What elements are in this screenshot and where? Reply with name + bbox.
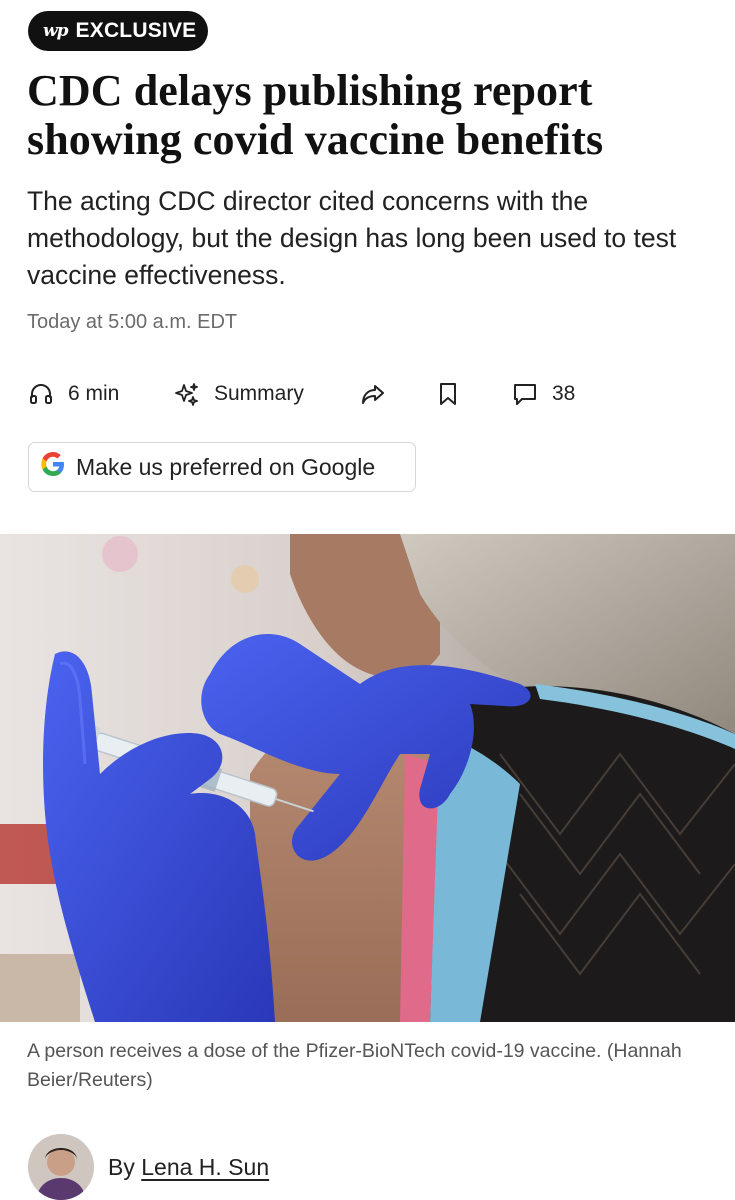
article-dek: The acting CDC director cited concerns w…: [27, 186, 677, 290]
summary-label: Summary: [214, 382, 304, 405]
headphones-icon: [28, 381, 54, 407]
share-button[interactable]: [360, 376, 386, 412]
google-button-label: Make us preferred on Google: [76, 453, 376, 480]
bookmark-icon: [436, 381, 460, 407]
summary-button[interactable]: Summary: [174, 376, 304, 412]
save-button[interactable]: [436, 376, 460, 412]
sparkle-icon: [174, 381, 200, 407]
exclusive-badge: wp EXCLUSIVE: [28, 11, 208, 51]
listen-duration: 6 min: [68, 382, 120, 405]
preferred-source-google-button[interactable]: Make us preferred on Google: [28, 442, 416, 492]
google-g-icon: [38, 449, 68, 485]
author-avatar[interactable]: [28, 1134, 94, 1200]
photo-caption: A person receives a dose of the Pfizer-B…: [27, 1040, 682, 1091]
byline-text: By Lena H. Sun: [108, 1154, 269, 1181]
listen-button[interactable]: 6 min: [28, 376, 119, 412]
comment-count: 38: [552, 382, 576, 405]
article-photo: [0, 534, 735, 1022]
exclusive-label: EXCLUSIVE: [75, 19, 197, 42]
article-headline: CDC delays publishing report showing cov…: [27, 66, 604, 164]
author-link[interactable]: Lena H. Sun: [141, 1154, 269, 1180]
byline-prefix: By: [108, 1153, 135, 1180]
share-icon: [360, 381, 386, 407]
article-timestamp: Today at 5:00 a.m. EDT: [27, 311, 238, 333]
comments-button[interactable]: 38: [512, 376, 575, 412]
wp-logo-icon: wp: [43, 21, 69, 41]
byline: By Lena H. Sun: [28, 1134, 269, 1200]
comment-icon: [512, 381, 538, 407]
article-toolbar: 6 min Summary 38: [28, 376, 628, 412]
